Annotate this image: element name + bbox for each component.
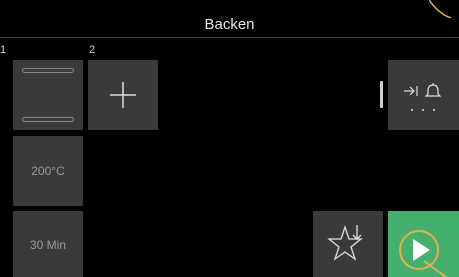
temperature-value: 200°C — [31, 164, 65, 178]
star-download-icon — [327, 224, 363, 261]
page-title: Backen — [204, 16, 255, 33]
step-number-1: 1 — [0, 44, 7, 56]
duration-value: 30 Min — [29, 238, 67, 252]
scroll-indicator[interactable] — [380, 81, 383, 108]
more-dots-icon — [411, 109, 435, 111]
plus-icon — [110, 82, 136, 108]
duration-button[interactable]: 30 Min — [13, 211, 83, 277]
more-options-button[interactable] — [388, 60, 459, 130]
play-icon — [399, 230, 447, 277]
bell-icon — [424, 83, 442, 97]
header-divider — [0, 37, 459, 38]
temperature-button[interactable]: 200°C — [13, 136, 83, 206]
start-button[interactable] — [388, 211, 459, 277]
skip-to-end-icon — [404, 86, 418, 96]
step-number-2: 2 — [89, 44, 96, 56]
heating-mode-button[interactable] — [13, 60, 83, 130]
add-step-button[interactable] — [88, 60, 158, 130]
save-favorite-button[interactable] — [313, 211, 383, 277]
